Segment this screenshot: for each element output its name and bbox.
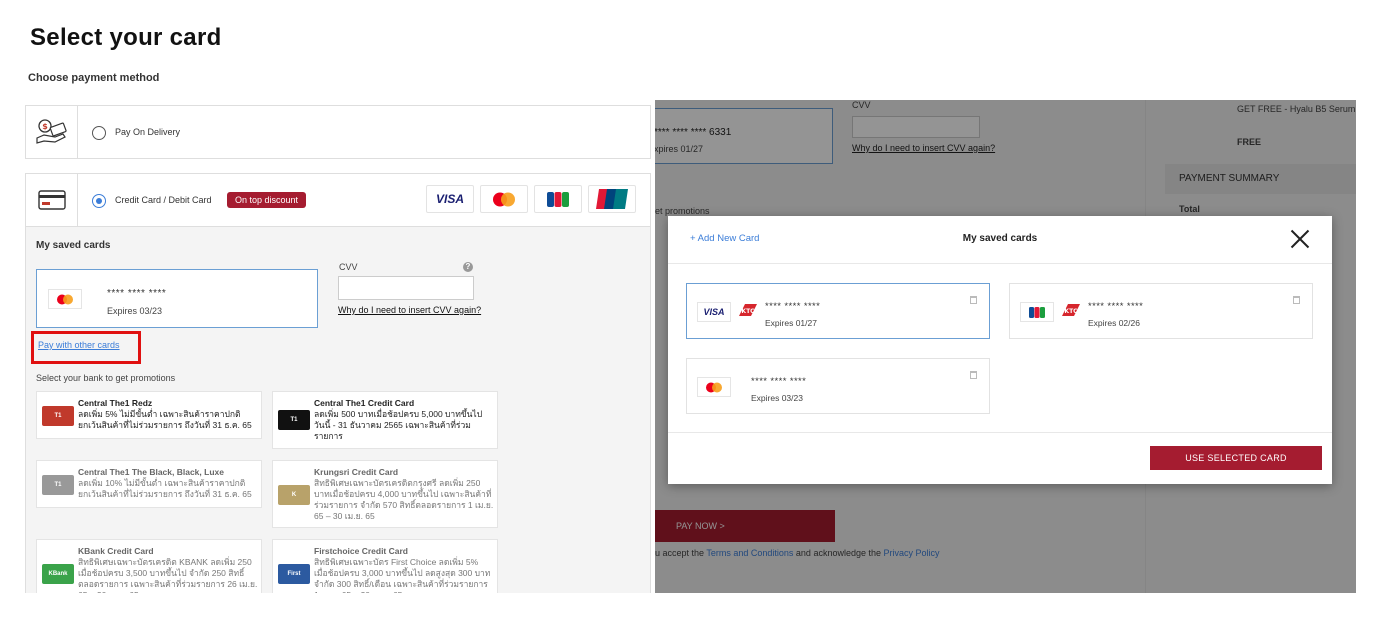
card-number: **** **** **** bbox=[765, 301, 821, 312]
bank-desc: สิทธิพิเศษเฉพาะบัตรเครดิต KBANK ลดเพิ่ม … bbox=[78, 557, 258, 593]
bank-option-central-the1-credit[interactable]: T1 Central The1 Credit Card ลดเพิ่ม 500 … bbox=[272, 391, 498, 449]
bank-name: Firstchoice Credit Card bbox=[314, 546, 408, 556]
card-number: **** **** **** bbox=[1088, 301, 1144, 312]
credit-card-details: My saved cards **** **** **** Expires 03… bbox=[25, 227, 651, 593]
modal-card-visa-ktc[interactable]: VISA KTC **** **** **** Expires 01/27 bbox=[686, 283, 990, 339]
bank-option-kbank[interactable]: KBank KBank Credit Card สิทธิพิเศษเฉพาะบ… bbox=[36, 539, 262, 593]
the1-logo: T1 bbox=[278, 410, 310, 430]
bank-desc: ลดเพิ่ม 5% ไม่มีขั้นต่ำ เฉพาะสินค้าราคาป… bbox=[78, 409, 252, 430]
unionpay-logo bbox=[588, 185, 636, 213]
mastercard-icon bbox=[48, 289, 82, 309]
saved-cards-title: My saved cards bbox=[36, 240, 111, 251]
krungsri-logo: K bbox=[278, 485, 310, 505]
trash-icon[interactable] bbox=[970, 371, 977, 379]
ktc-logo-icon: KTC bbox=[1062, 304, 1080, 316]
payment-method-panel: $ Pay On Delivery Credit Card / Debit Ca… bbox=[25, 105, 651, 593]
bank-desc: สิทธิพิเศษเฉพาะบัตรเครดิตกรุงศรี ลดเพิ่ม… bbox=[314, 478, 494, 521]
pay-on-delivery-option[interactable]: $ Pay On Delivery bbox=[25, 105, 651, 159]
card-number: **** **** **** bbox=[751, 376, 807, 387]
bank-option-firstchoice[interactable]: First Firstchoice Credit Card สิทธิพิเศษ… bbox=[272, 539, 498, 593]
svg-text:$: $ bbox=[42, 122, 48, 131]
card-expiry: Expires 01/27 bbox=[765, 318, 817, 328]
visa-logo: VISA bbox=[426, 185, 474, 213]
bank-name: KBank Credit Card bbox=[78, 546, 154, 556]
close-icon[interactable] bbox=[1290, 229, 1310, 249]
svg-text:KTC: KTC bbox=[741, 308, 755, 315]
saved-card-expiry: Expires 03/23 bbox=[107, 306, 163, 316]
svg-text:KTC: KTC bbox=[1064, 308, 1078, 315]
card-expiry: Expires 03/23 bbox=[751, 393, 803, 403]
pay-on-delivery-label: Pay On Delivery bbox=[115, 127, 181, 137]
credit-card-radio[interactable] bbox=[92, 194, 106, 208]
modal-header: + Add New Card My saved cards bbox=[668, 216, 1332, 264]
saved-card-mastercard[interactable]: **** **** **** Expires 03/23 bbox=[36, 269, 318, 328]
credit-card-option[interactable]: Credit Card / Debit Card On top discount… bbox=[25, 173, 651, 227]
cash-delivery-icon: $ bbox=[26, 106, 78, 158]
mastercard-logo bbox=[480, 185, 528, 213]
modal-title: My saved cards bbox=[962, 233, 1038, 244]
modal-card-jcb-ktc[interactable]: KTC **** **** **** Expires 02/26 bbox=[1009, 283, 1313, 339]
cvv-input[interactable] bbox=[338, 276, 474, 300]
the1-black-logo: T1 bbox=[42, 475, 74, 495]
trash-icon[interactable] bbox=[970, 296, 977, 304]
card-brand-logos: VISA bbox=[426, 185, 636, 213]
credit-card-icon bbox=[26, 174, 78, 226]
pay-on-delivery-radio[interactable] bbox=[92, 126, 106, 140]
modal-card-mastercard[interactable]: **** **** **** Expires 03/23 bbox=[686, 358, 990, 414]
credit-card-label: Credit Card / Debit Card bbox=[115, 195, 212, 205]
bank-option-krungsri[interactable]: K Krungsri Credit Card สิทธิพิเศษเฉพาะบั… bbox=[272, 460, 498, 528]
saved-cards-modal: + Add New Card My saved cards VISA KTC *… bbox=[668, 216, 1332, 484]
on-top-discount-badge: On top discount bbox=[227, 192, 307, 208]
cvv-why-link[interactable]: Why do I need to insert CVV again? bbox=[338, 305, 481, 315]
bank-name: Central The1 The Black, Black, Luxe bbox=[78, 467, 224, 477]
page-title: Select your card bbox=[30, 24, 222, 51]
saved-card-number: **** **** **** bbox=[107, 288, 167, 299]
the1-redz-logo: T1 bbox=[42, 406, 74, 426]
cvv-label: CVV bbox=[339, 262, 358, 272]
use-selected-card-button[interactable]: USE SELECTED CARD bbox=[1150, 446, 1322, 470]
bank-desc: ลดเพิ่ม 500 บาทเมื่อช้อปครบ 5,000 บาทขึ้… bbox=[314, 409, 483, 441]
jcb-icon bbox=[1020, 302, 1054, 322]
bank-name: Central The1 Redz bbox=[78, 398, 153, 408]
mastercard-icon bbox=[697, 377, 731, 397]
visa-icon: VISA bbox=[697, 302, 731, 322]
help-icon[interactable]: ? bbox=[463, 262, 473, 272]
page-subtitle: Choose payment method bbox=[28, 72, 160, 84]
ktc-logo-icon: KTC bbox=[739, 304, 757, 316]
bank-name: Krungsri Credit Card bbox=[314, 467, 399, 477]
bank-desc: สิทธิพิเศษเฉพาะบัตร First Choice ลดเพิ่ม… bbox=[314, 557, 491, 593]
bank-option-central-the1-black[interactable]: T1 Central The1 The Black, Black, Luxe ล… bbox=[36, 460, 262, 508]
pay-with-other-cards-link[interactable]: Pay with other cards bbox=[31, 331, 141, 364]
bank-promotions-title: Select your bank to get promotions bbox=[36, 373, 176, 383]
bank-option-central-the1-redz[interactable]: T1 Central The1 Redz ลดเพิ่ม 5% ไม่มีขั้… bbox=[36, 391, 262, 439]
firstchoice-logo: First bbox=[278, 564, 310, 584]
trash-icon[interactable] bbox=[1293, 296, 1300, 304]
modal-footer-divider bbox=[668, 432, 1332, 433]
bank-desc: ลดเพิ่ม 10% ไม่มีขั้นต่ำ เฉพาะสินค้าราคา… bbox=[78, 478, 252, 499]
jcb-logo bbox=[534, 185, 582, 213]
bank-name: Central The1 Credit Card bbox=[314, 398, 415, 408]
card-expiry: Expires 02/26 bbox=[1088, 318, 1140, 328]
kbank-logo: KBank bbox=[42, 564, 74, 584]
